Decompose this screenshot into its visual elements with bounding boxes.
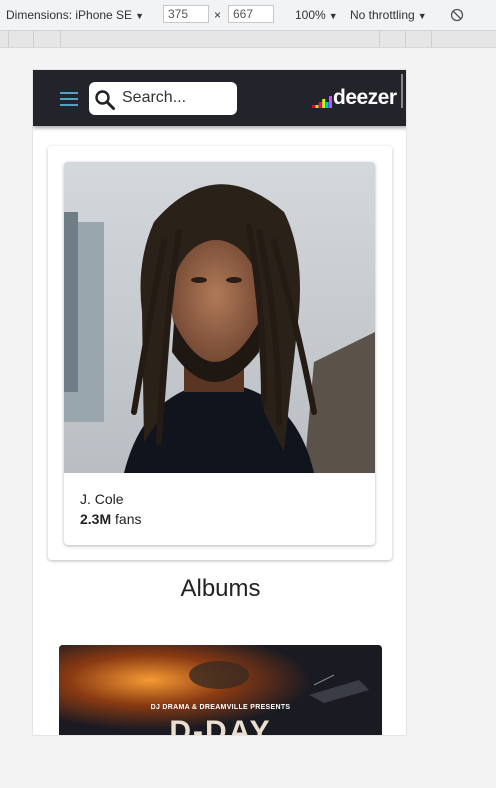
album-cover-title: D-DAY — [169, 715, 272, 736]
device-viewport: Search... deezer J. Cole 2.3M fans Album… — [32, 69, 407, 736]
albums-heading: Albums — [180, 575, 261, 602]
chevron-down-icon: ▼ — [417, 11, 427, 21]
media-query-ruler — [0, 31, 496, 48]
logo-text: deezer — [333, 86, 397, 109]
dimensions-label: Dimensions: iPhone SE — [6, 8, 133, 22]
fans-number: 2.3M — [80, 511, 112, 527]
artist-photo — [64, 162, 375, 473]
search-input[interactable]: Search... — [89, 82, 237, 115]
scrollbar-thumb[interactable] — [401, 74, 403, 108]
rotate-icon[interactable] — [450, 8, 464, 22]
dimensions-dropdown[interactable]: Dimensions: iPhone SE ▼ — [6, 8, 144, 22]
chevron-down-icon: ▼ — [135, 11, 144, 21]
throttling-label: No throttling — [350, 8, 415, 22]
menu-icon[interactable] — [60, 92, 78, 106]
artist-name[interactable]: J. Cole — [80, 491, 124, 507]
devtools-device-toolbar: Dimensions: iPhone SE ▼ 375 × 667 100% ▼ N… — [0, 0, 496, 31]
artist-panel: J. Cole 2.3M fans — [48, 146, 392, 560]
search-placeholder: Search... — [122, 89, 187, 106]
throttling-dropdown[interactable]: No throttling ▼ — [350, 8, 427, 22]
zoom-label: 100% — [295, 8, 326, 22]
album-cover-subtitle: DJ DRAMA & DREAMVILLE PRESENTS — [150, 704, 291, 711]
search-icon — [95, 90, 115, 110]
chevron-down-icon: ▼ — [328, 11, 338, 21]
fans-label: fans — [115, 511, 142, 527]
fans-count: 2.3M fans — [80, 511, 141, 527]
artist-card[interactable]: J. Cole 2.3M fans — [64, 162, 375, 545]
times-sign: × — [214, 8, 222, 22]
equalizer-logo-icon — [312, 96, 332, 108]
height-input[interactable]: 667 — [228, 5, 274, 23]
album-cover[interactable]: DJ DRAMA & DREAMVILLE PRESENTS D-DAY — [59, 645, 382, 736]
zoom-dropdown[interactable]: 100% ▼ — [295, 8, 338, 22]
width-input[interactable]: 375 — [163, 5, 209, 23]
app-header: Search... deezer — [33, 70, 406, 126]
